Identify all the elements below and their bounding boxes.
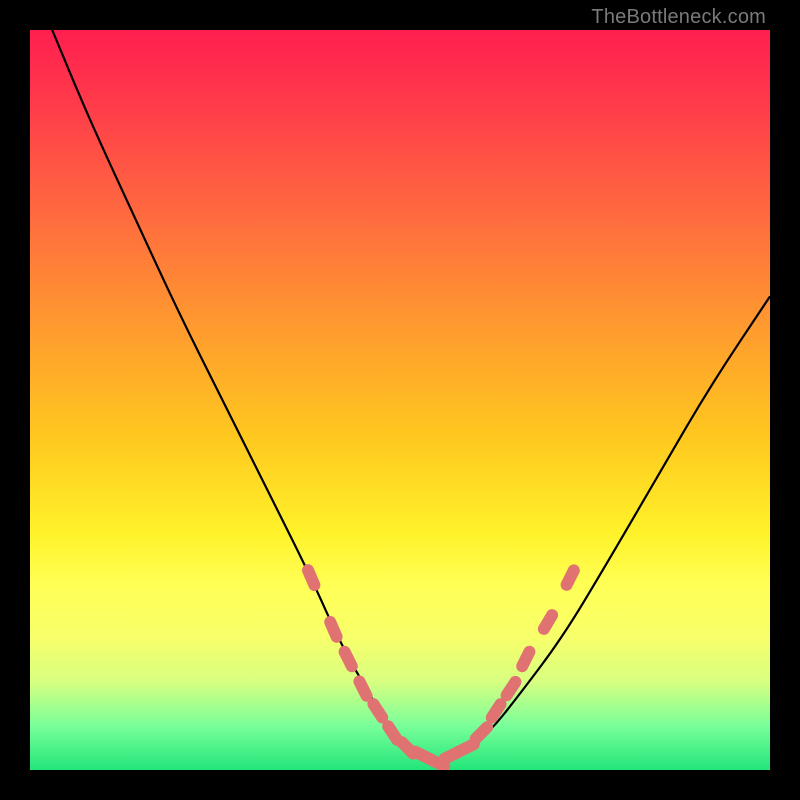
- valley-marker: [522, 652, 529, 666]
- valley-marker: [388, 726, 397, 739]
- valley-marker: [567, 570, 574, 584]
- valley-marker: [308, 570, 314, 585]
- bottleneck-curve-path: [52, 30, 770, 761]
- valley-marker: [373, 704, 382, 717]
- chart-frame: TheBottleneck.com: [0, 0, 800, 800]
- valley-marker: [507, 682, 516, 695]
- valley-marker: [345, 652, 352, 666]
- valley-marker: [476, 727, 487, 738]
- valley-marker: [492, 704, 501, 717]
- valley-marker: [459, 744, 473, 751]
- plot-area: [30, 30, 770, 770]
- valley-marker: [359, 681, 366, 695]
- curve-layer: [30, 30, 770, 770]
- watermark-text: TheBottleneck.com: [591, 6, 766, 29]
- valley-marker: [544, 615, 552, 629]
- valley-marker-group: [308, 570, 574, 766]
- valley-marker: [330, 622, 336, 637]
